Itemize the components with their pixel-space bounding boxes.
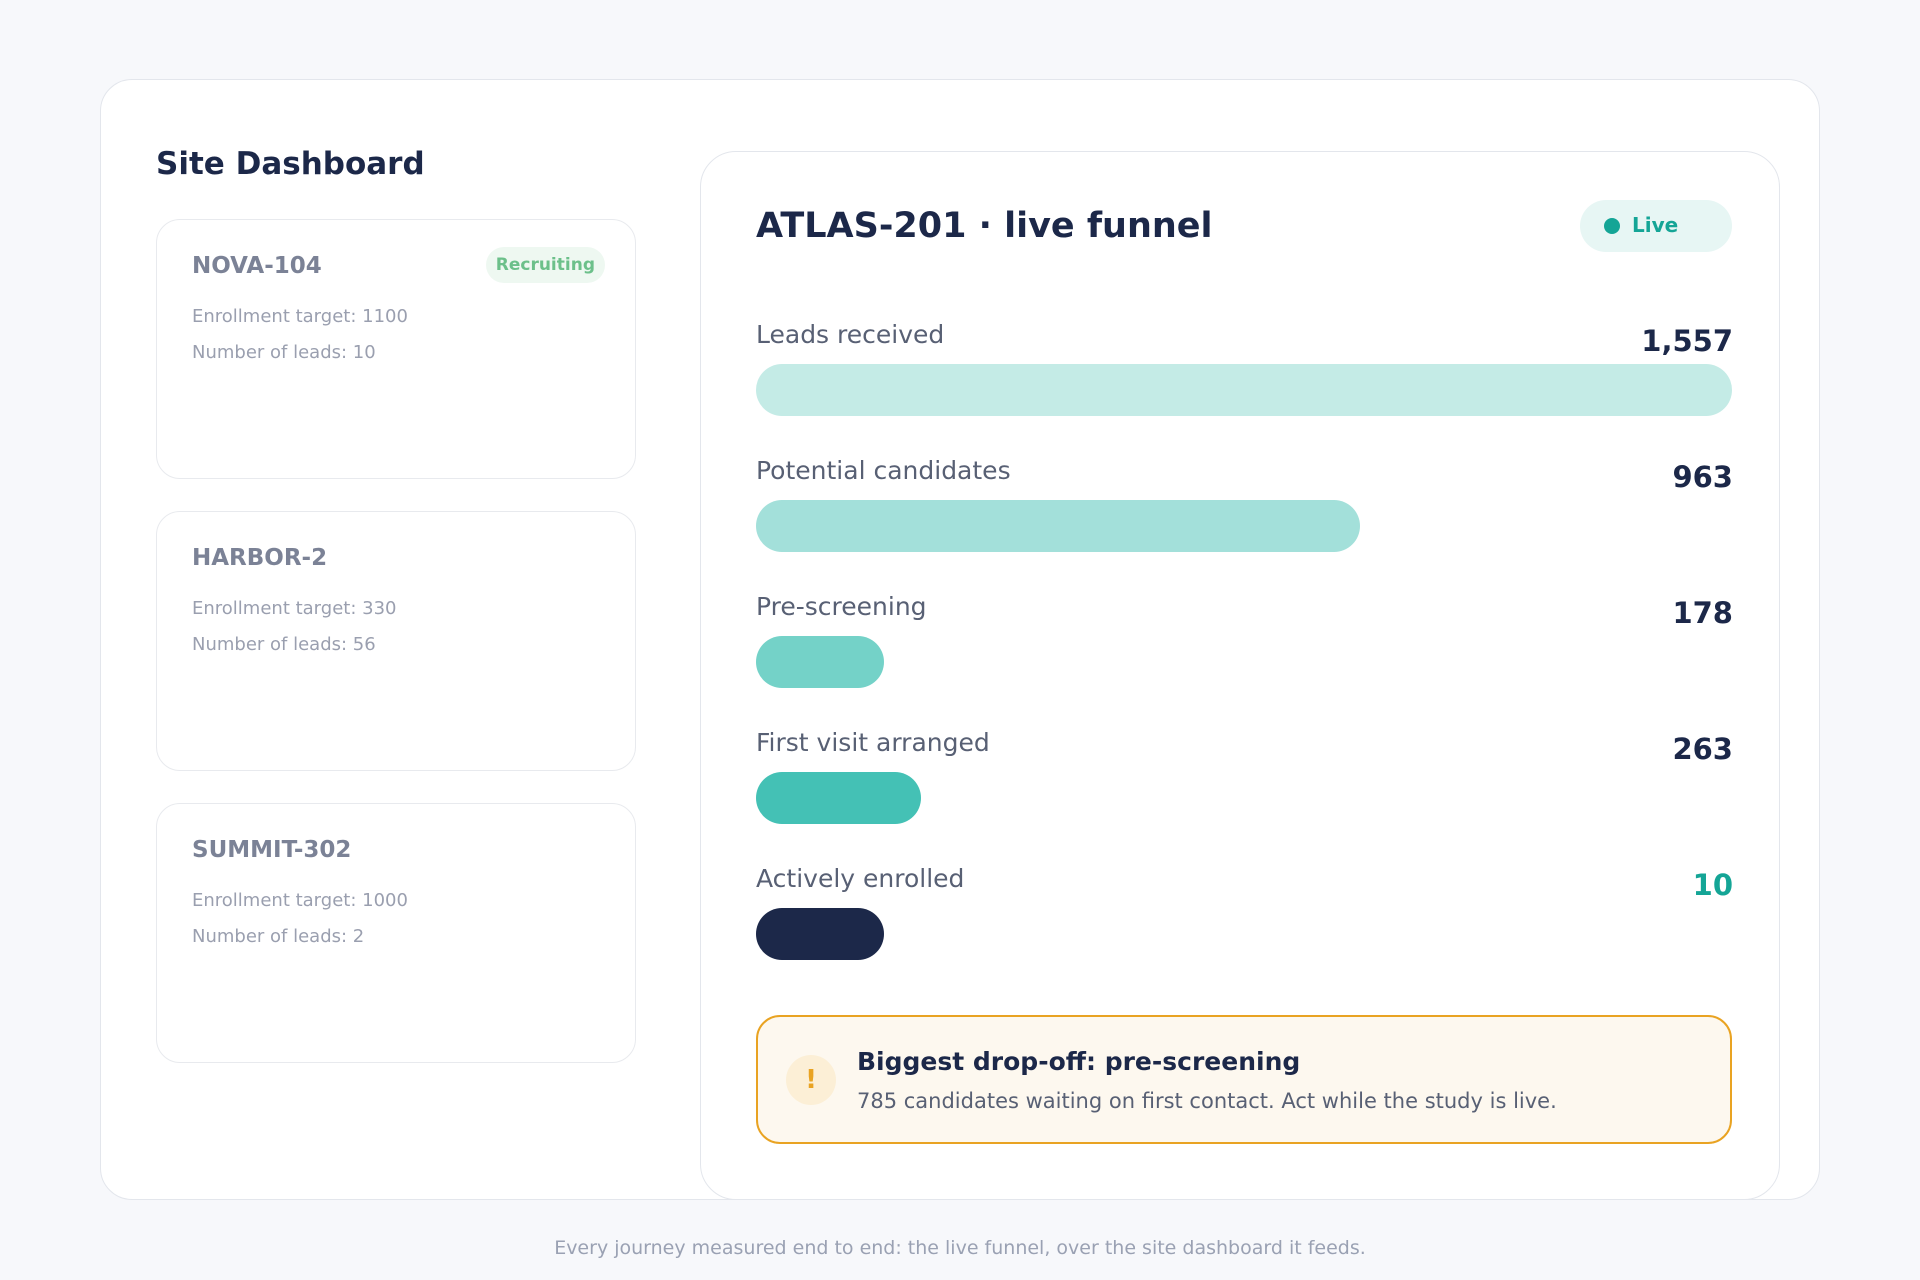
site-name: NOVA-104 bbox=[192, 253, 322, 279]
lead-count: Number of leads: 56 bbox=[192, 634, 376, 655]
stage-value-leads-received: 1,557 bbox=[1641, 324, 1733, 358]
stage-bar-pre-screening bbox=[756, 636, 884, 688]
stage-bar-first-visit-arranged bbox=[756, 772, 921, 824]
enrollment-target: Enrollment target: 330 bbox=[192, 598, 397, 619]
site-name: HARBOR-2 bbox=[192, 545, 328, 571]
footer-caption: Every journey measured end to end: the l… bbox=[554, 1237, 1366, 1259]
site-card-summit-302[interactable]: SUMMIT-302 Enrollment target: 1000 Numbe… bbox=[156, 803, 636, 1063]
stage-bar-leads-received bbox=[756, 364, 1732, 416]
enrollment-target: Enrollment target: 1100 bbox=[192, 306, 408, 327]
drop-off-alert: ! Biggest drop-off: pre-screening 785 ca… bbox=[756, 1015, 1732, 1144]
stage-value-first-visit-arranged: 263 bbox=[1672, 732, 1733, 766]
site-card-nova-104[interactable]: NOVA-104 Recruiting Enrollment target: 1… bbox=[156, 219, 636, 479]
site-name: SUMMIT-302 bbox=[192, 837, 352, 863]
stage-label-leads-received: Leads received bbox=[756, 320, 945, 349]
lead-count: Number of leads: 2 bbox=[192, 926, 365, 947]
lead-count: Number of leads: 10 bbox=[192, 342, 376, 363]
stage-bar-potential-candidates bbox=[756, 500, 1360, 552]
warning-icon: ! bbox=[786, 1055, 836, 1105]
enrollment-target: Enrollment target: 1000 bbox=[192, 890, 408, 911]
live-dot-icon bbox=[1604, 218, 1620, 234]
live-status-pill: Live bbox=[1580, 200, 1732, 252]
stage-label-pre-screening: Pre-screening bbox=[756, 592, 927, 621]
stage-label-first-visit-arranged: First visit arranged bbox=[756, 728, 990, 757]
stage-value-actively-enrolled: 10 bbox=[1692, 868, 1733, 902]
stage-label-actively-enrolled: Actively enrolled bbox=[756, 864, 965, 893]
status-badge: Recruiting bbox=[485, 247, 605, 283]
site-card-harbor-2[interactable]: HARBOR-2 Enrollment target: 330 Number o… bbox=[156, 511, 636, 771]
dashboard-title: Site Dashboard bbox=[156, 146, 425, 182]
live-status-label: Live bbox=[1632, 213, 1679, 237]
stage-value-pre-screening: 178 bbox=[1672, 596, 1733, 630]
stage-value-potential-candidates: 963 bbox=[1672, 460, 1733, 494]
alert-body: 785 candidates waiting on first contact.… bbox=[857, 1089, 1557, 1113]
alert-title: Biggest drop-off: pre-screening bbox=[857, 1047, 1301, 1076]
stage-bar-actively-enrolled bbox=[756, 908, 884, 960]
funnel-title: ATLAS-201 · live funnel bbox=[756, 206, 1213, 246]
stage-label-potential-candidates: Potential candidates bbox=[756, 456, 1011, 485]
